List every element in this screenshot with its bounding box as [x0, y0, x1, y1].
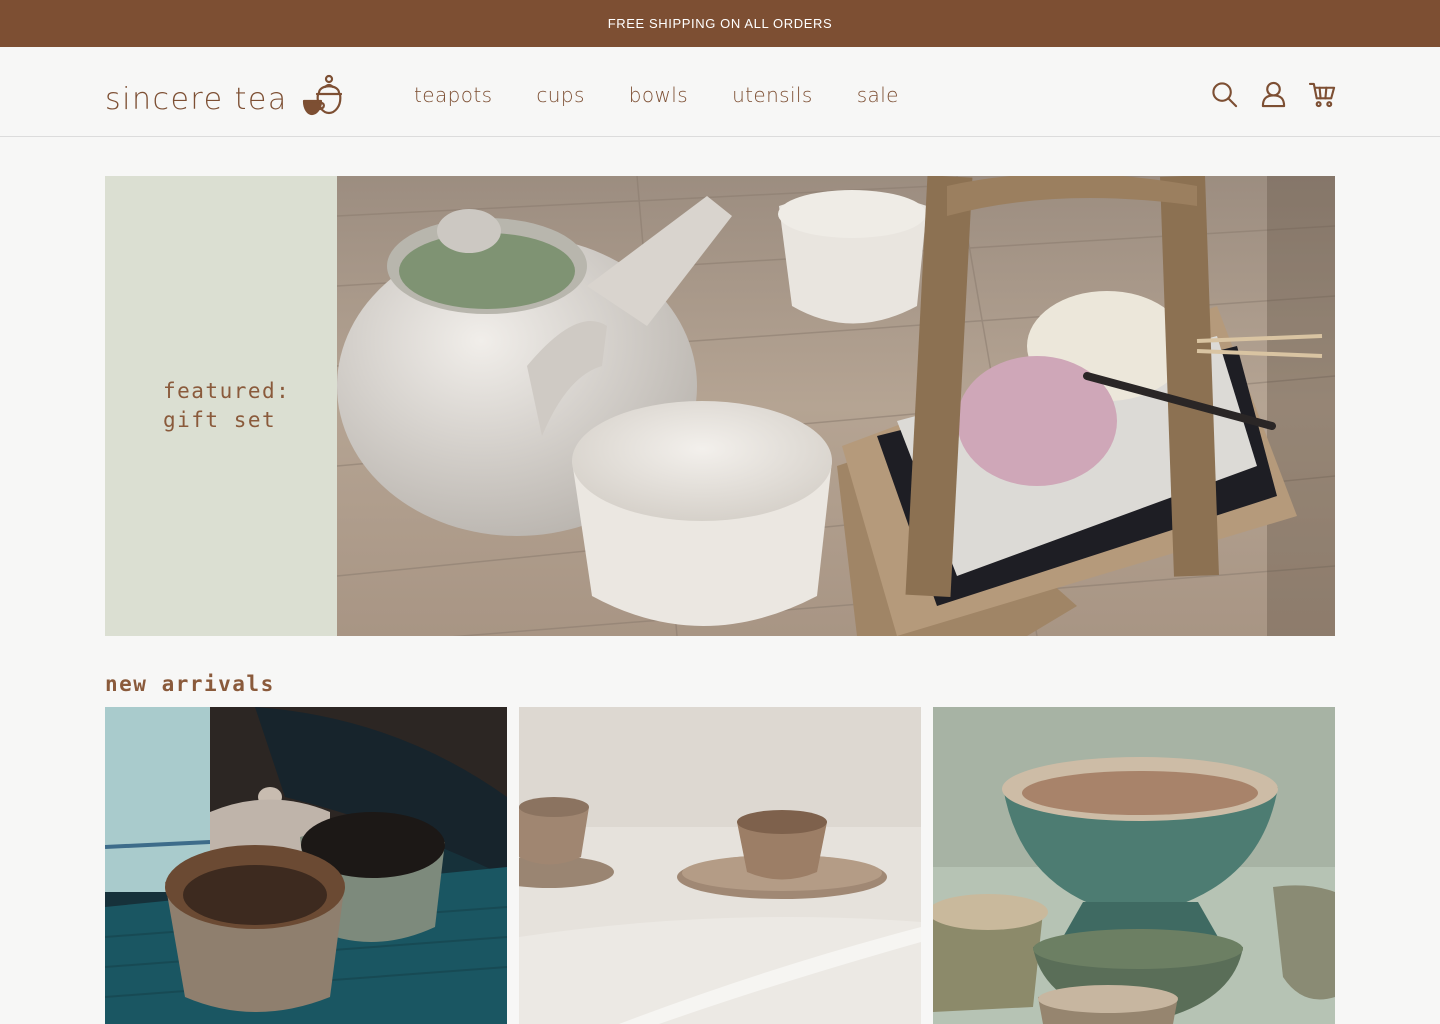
brand-name: sincere tea	[105, 82, 288, 117]
product-card[interactable]	[933, 707, 1335, 1024]
teapot-cups-mochi-photo	[337, 176, 1335, 636]
header-actions	[1211, 81, 1336, 108]
hero-label: featured: gift set	[163, 377, 290, 435]
promo-bar: FREE SHIPPING ON ALL ORDERS	[0, 0, 1440, 47]
promo-text: FREE SHIPPING ON ALL ORDERS	[607, 16, 833, 31]
glazed-teal-cups-photo	[105, 707, 507, 1024]
hero-image[interactable]	[337, 176, 1335, 636]
green-glazed-bowls-photo	[933, 707, 1335, 1024]
nav-utensils[interactable]: utensils	[732, 83, 813, 107]
main-nav: teapots cups bowls utensils sale	[414, 83, 899, 107]
cart-button[interactable]	[1309, 81, 1336, 108]
account-icon	[1261, 81, 1286, 108]
site-header: sincere tea teapots cups bowls utensils …	[0, 47, 1440, 137]
nav-sale[interactable]: sale	[857, 83, 899, 107]
new-arrivals-grid	[105, 707, 1335, 1024]
search-icon	[1212, 82, 1238, 108]
product-card[interactable]	[519, 707, 921, 1024]
brand-logo[interactable]: sincere tea	[105, 71, 342, 117]
featured-hero[interactable]: featured: gift set	[105, 176, 1335, 636]
hero-label-panel: featured: gift set	[105, 176, 337, 636]
cart-icon	[1309, 82, 1336, 108]
nav-bowls[interactable]: bowls	[629, 83, 688, 107]
earthenware-cups-saucers-photo	[519, 707, 921, 1024]
hero-label-line2: gift set	[163, 408, 277, 432]
nav-cups[interactable]: cups	[536, 83, 584, 107]
product-card[interactable]	[105, 707, 507, 1024]
teapot-cup-icon	[302, 74, 342, 116]
account-button[interactable]	[1260, 81, 1287, 108]
hero-label-line1: featured:	[163, 379, 291, 403]
search-button[interactable]	[1211, 81, 1238, 108]
new-arrivals-title: new arrivals	[105, 672, 275, 696]
nav-teapots[interactable]: teapots	[414, 83, 492, 107]
